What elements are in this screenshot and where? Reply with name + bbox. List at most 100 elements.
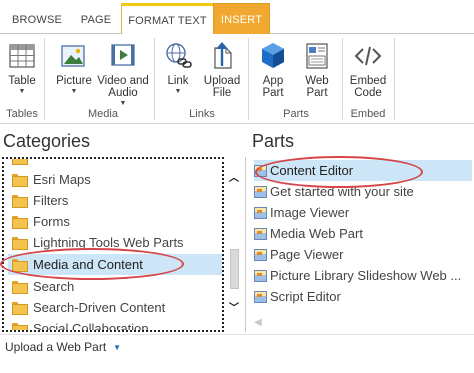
table-label: Table (8, 75, 36, 87)
picture-icon (61, 45, 85, 67)
category-label: Forms (33, 214, 70, 229)
group-label-tables: Tables (6, 108, 38, 120)
scrollbar-thumb[interactable] (230, 249, 239, 289)
category-item-forms[interactable]: Forms (8, 211, 222, 232)
category-label: Media and Content (33, 257, 143, 272)
table-button[interactable]: Table ▼ (5, 40, 39, 97)
part-label: Script Editor (270, 289, 341, 304)
video-audio-icon (111, 44, 135, 66)
part-item-page-viewer[interactable]: Page Viewer (254, 244, 472, 265)
part-label: Page Viewer (270, 247, 344, 262)
folder-icon (12, 237, 28, 250)
folder-icon (12, 159, 28, 165)
link-globe-icon (166, 43, 192, 68)
category-label: Search (33, 279, 75, 294)
picture-label: Picture (56, 75, 92, 87)
app-part-label-line2: Part (262, 87, 284, 99)
part-label: Image Viewer (270, 205, 350, 220)
folder-icon (12, 174, 28, 187)
group-label-embed: Embed (350, 108, 386, 120)
chevron-down-icon: ▼ (174, 88, 182, 95)
scroll-up-icon[interactable]: ︿ (228, 173, 240, 185)
category-label: Search-Driven Content (33, 300, 166, 315)
group-divider (394, 38, 395, 120)
tab-browse[interactable]: BROWSE (7, 6, 67, 34)
app-part-icon (262, 43, 284, 68)
group-label-media: Media (88, 108, 118, 120)
categories-list[interactable]: Esri Maps Filters Forms Lightning Tools … (2, 157, 224, 332)
tab-page[interactable]: PAGE (72, 6, 120, 34)
web-part-button[interactable]: Web Part (299, 40, 335, 99)
scroll-down-icon[interactable]: ﹀ (228, 303, 240, 315)
list-item-partial (8, 159, 222, 165)
web-part-icon (254, 227, 267, 240)
app-part-button[interactable]: App Part (255, 40, 291, 99)
category-label: Filters (33, 193, 69, 208)
group-divider (154, 38, 155, 120)
chevron-down-icon: ▼ (18, 88, 26, 95)
part-label: Get started with your site (270, 184, 414, 199)
web-part-icon (254, 290, 267, 303)
chevron-down-icon: ▼ (113, 342, 122, 352)
web-part-icon (254, 164, 267, 177)
ribbon-tab-bar: BROWSE PAGE FORMAT TEXT INSERT (0, 0, 474, 35)
part-label: Content Editor (270, 163, 354, 178)
video-audio-label-line2: Audio (108, 87, 138, 99)
category-item-lightning-tools[interactable]: Lightning Tools Web Parts (8, 232, 222, 253)
category-label: Social Collaboration (33, 321, 149, 332)
embed-code-label-line1: Embed (349, 75, 387, 87)
group-divider (44, 38, 45, 120)
embed-code-icon (354, 46, 382, 66)
table-icon (9, 44, 35, 68)
app-part-label-line1: App (262, 75, 284, 87)
link-label: Link (167, 75, 189, 87)
folder-icon (12, 302, 28, 315)
categories-title: Categories (3, 131, 91, 151)
part-item-image-viewer[interactable]: Image Viewer (254, 202, 472, 223)
folder-icon (12, 323, 28, 330)
video-audio-label-line1: Video and (97, 75, 149, 87)
group-divider (248, 38, 249, 120)
chevron-down-icon: ▼ (70, 88, 78, 95)
part-item-picture-library-slideshow[interactable]: Picture Library Slideshow Web ... (254, 265, 472, 286)
part-item-get-started[interactable]: Get started with your site (254, 181, 472, 202)
category-item-social-collaboration[interactable]: Social Collaboration (8, 318, 222, 332)
upload-file-button[interactable]: Upload File (201, 40, 243, 99)
link-button[interactable]: Link ▼ (160, 40, 196, 97)
web-part-icon (254, 206, 267, 219)
upload-web-part-label: Upload a Web Part (5, 340, 107, 354)
folder-icon (12, 216, 28, 229)
part-label: Media Web Part (270, 226, 363, 241)
part-label: Picture Library Slideshow Web ... (270, 268, 462, 283)
web-part-icon (254, 269, 267, 282)
parts-title: Parts (252, 131, 295, 151)
category-item-search-driven-content[interactable]: Search-Driven Content (8, 297, 222, 318)
part-item-script-editor[interactable]: Script Editor (254, 286, 472, 307)
category-item-search[interactable]: Search (8, 276, 222, 297)
category-item-esri-maps[interactable]: Esri Maps (8, 169, 222, 190)
upload-web-part-link[interactable]: Upload a Web Part ▼ (5, 340, 121, 354)
upload-file-label-line2: File (212, 87, 232, 99)
category-item-media-and-content[interactable]: Media and Content (8, 254, 222, 275)
part-item-media-web-part[interactable]: Media Web Part (254, 223, 472, 244)
categories-scrollbar[interactable]: ︿ ﹀ (224, 157, 244, 332)
group-label-links: Links (189, 108, 215, 120)
upload-file-icon (214, 42, 232, 69)
folder-icon (12, 281, 28, 294)
category-label: Lightning Tools Web Parts (33, 235, 184, 250)
picture-button[interactable]: Picture ▼ (54, 40, 94, 97)
video-and-audio-button[interactable]: Video and Audio ▼ (95, 40, 151, 109)
tab-insert[interactable]: INSERT (213, 3, 270, 35)
scroll-left-icon[interactable]: ◀ (254, 317, 262, 328)
category-item-filters[interactable]: Filters (8, 190, 222, 211)
group-divider (342, 38, 343, 120)
folder-icon (12, 259, 28, 272)
web-part-icon (254, 248, 267, 261)
divider (0, 334, 474, 335)
tab-format-text[interactable]: FORMAT TEXT (121, 3, 214, 35)
embed-code-button[interactable]: Embed Code (348, 40, 388, 99)
web-part-label-line1: Web (305, 75, 329, 87)
ribbon-insert-panel: Table ▼ Tables Picture ▼ Video and Audio… (0, 34, 474, 124)
part-item-content-editor[interactable]: Content Editor (254, 160, 472, 181)
folder-icon (12, 195, 28, 208)
